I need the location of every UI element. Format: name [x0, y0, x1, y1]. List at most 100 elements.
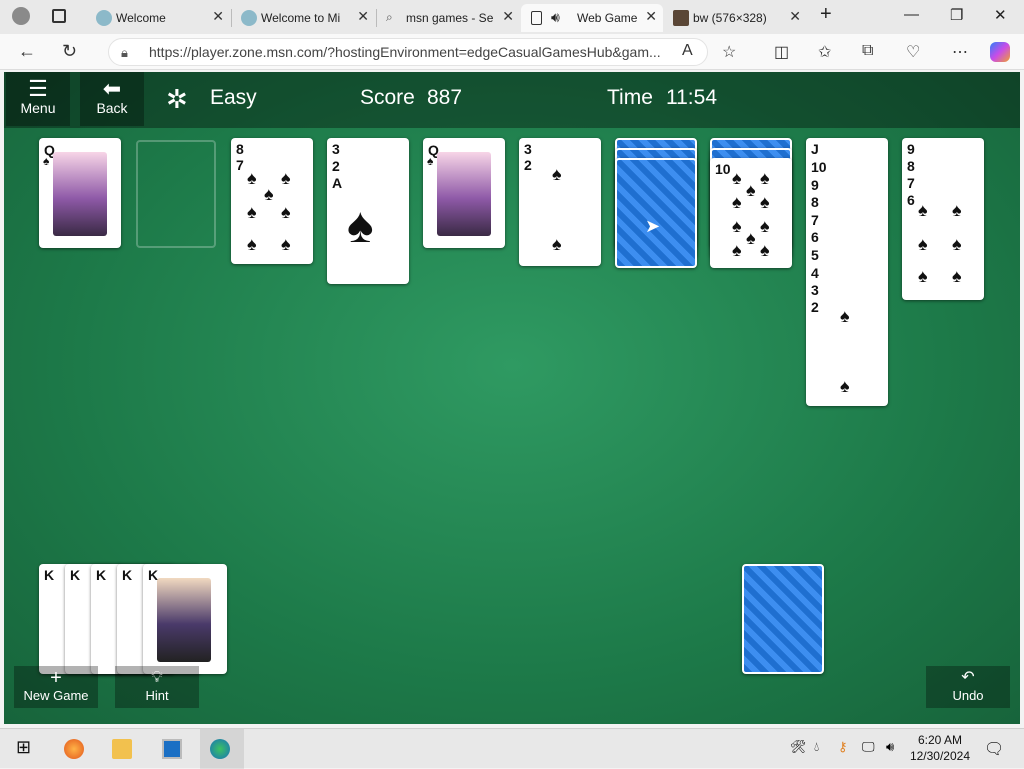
tray-drop-icon[interactable]: 💧︎	[814, 739, 834, 759]
collections-icon[interactable]: ⧉	[862, 42, 873, 60]
spade-icon: ♠	[952, 200, 962, 220]
file-explorer-icon[interactable]	[112, 739, 132, 759]
tab-web-game[interactable]: 🔊︎ Web Game ✕	[521, 4, 663, 32]
game-area: ☰ Menu ⬅ Back ✲ Easy Score 887 Time 11:5…	[4, 72, 1020, 724]
menu-button[interactable]: ☰ Menu	[6, 72, 70, 126]
card-rank: 10	[715, 161, 731, 177]
game-header	[4, 72, 1020, 128]
queen-portrait	[437, 152, 491, 236]
spade-icon: ♠	[840, 306, 850, 326]
tab-label: Web Game	[577, 11, 638, 25]
spade-icon: ♠	[732, 192, 742, 212]
spade-icon: ♠	[760, 168, 770, 188]
back-label: Back	[96, 100, 128, 116]
card-run-jack-to-2[interactable]: J 10 9 8 7 6 5 4 3 2 ♠ ♠	[806, 138, 888, 406]
restore-icon[interactable]: ❐	[950, 6, 963, 24]
lock-icon[interactable]: 🔒︎	[121, 45, 128, 61]
speaker-icon[interactable]: 🔊︎	[551, 9, 560, 26]
spade-icon: ♠	[746, 180, 756, 200]
tab-label: Welcome	[116, 11, 166, 25]
spade-icon: ♠	[732, 240, 742, 260]
clock-time: 6:20 AM	[917, 733, 962, 747]
new-game-button[interactable]: + New Game	[14, 666, 98, 708]
store-icon[interactable]	[162, 739, 182, 759]
spade-icon: ♠	[918, 266, 928, 286]
notification-icon[interactable]: 🗨︎	[984, 739, 1004, 759]
close-icon[interactable]: ✕	[212, 8, 224, 25]
tab-welcome[interactable]: Welcome ✕	[88, 4, 230, 32]
address-bar[interactable]: 🔒︎ https://player.zone.msn.com/?hostingE…	[108, 38, 708, 66]
search-icon: ⌕	[386, 10, 393, 24]
close-icon[interactable]: ✕	[789, 8, 801, 25]
close-icon[interactable]: ✕	[502, 8, 514, 25]
plus-icon: +	[50, 667, 62, 689]
edge-icon	[241, 10, 257, 26]
stock-pile[interactable]	[742, 564, 824, 674]
tray-monitor-icon[interactable]: 🖵︎	[862, 739, 882, 759]
card-2-spades[interactable]: 3 2 ♠ ♠	[519, 138, 601, 266]
url-text: https://player.zone.msn.com/?hostingEnvi…	[149, 44, 661, 60]
back-button[interactable]: ⬅ Back	[80, 72, 144, 126]
firefox-icon[interactable]	[64, 739, 84, 759]
card-run-9-to-6[interactable]: 9 8 7 6 ♠ ♠ ♠ ♠ ♠ ♠	[902, 138, 984, 300]
score-value: 887	[427, 86, 463, 109]
close-icon[interactable]: ✕	[645, 8, 657, 25]
spade-icon: ♠	[552, 164, 562, 184]
empty-column-slot[interactable]	[136, 140, 216, 248]
performance-icon[interactable]: ♡	[906, 42, 920, 62]
undo-button[interactable]: ↶ Undo	[926, 666, 1010, 708]
card-rank: 8	[236, 141, 244, 157]
card-rank: 4	[811, 265, 819, 281]
card-rank: 2	[524, 157, 532, 173]
spade-icon: ♠	[247, 168, 257, 188]
volume-icon[interactable]: 🔊︎	[886, 739, 906, 759]
card-ace-spades[interactable]: 3 2 A ♠	[327, 138, 409, 284]
tab-actions-icon[interactable]	[52, 9, 66, 23]
close-window-icon[interactable]: ✕	[994, 6, 1007, 24]
page-icon	[531, 11, 542, 25]
card-rank: 8	[907, 158, 915, 174]
tab-msn-games-search[interactable]: ⌕ msn games - Se ✕	[378, 4, 520, 32]
tray-network-icon[interactable]: 🛠︎	[790, 739, 810, 759]
card-rank: 3	[524, 141, 532, 157]
tray-key-icon[interactable]: ⚷	[838, 739, 858, 759]
profile-icon[interactable]	[12, 7, 30, 25]
card-queen-spades[interactable]: Q ♠	[423, 138, 505, 248]
card-rank: 8	[811, 194, 819, 210]
tab-label: msn games - Se	[406, 11, 494, 25]
read-aloud-icon[interactable]: A	[682, 42, 693, 60]
refresh-icon[interactable]: ↻	[62, 41, 77, 62]
system-clock[interactable]: 6:20 AM 12/30/2024	[910, 732, 970, 764]
split-screen-icon[interactable]: ◫	[774, 42, 789, 62]
facedown-card[interactable]	[615, 158, 697, 268]
tab-bw-image[interactable]: bw (576×328) ✕	[665, 4, 807, 32]
spade-icon: ♠	[918, 234, 928, 254]
card-rank: 9	[811, 177, 819, 193]
spade-icon: ♠	[43, 154, 50, 168]
tab-separator	[231, 9, 232, 27]
card-rank: 3	[332, 141, 340, 157]
favorites-icon[interactable]: ✩	[818, 42, 831, 62]
more-menu-icon[interactable]: ⋯	[952, 42, 968, 62]
card-queen-spades[interactable]: Q ♠	[39, 138, 121, 248]
copilot-icon[interactable]	[990, 42, 1010, 62]
favorite-star-icon[interactable]: ☆	[722, 42, 736, 62]
browser-chrome: Welcome ✕ Welcome to Mi ✕ ⌕ msn games - …	[0, 0, 1024, 70]
back-arrow-icon: ⬅	[102, 76, 122, 101]
tab-welcome-to-microsoft[interactable]: Welcome to Mi ✕	[233, 4, 375, 32]
new-tab-icon[interactable]: +	[820, 3, 832, 26]
hint-button[interactable]: 💡︎ Hint	[115, 666, 199, 708]
close-icon[interactable]: ✕	[357, 8, 369, 25]
clock-date: 12/30/2024	[909, 749, 970, 763]
card-rank: K	[122, 567, 133, 583]
windows-start-icon[interactable]: ⊞	[16, 737, 36, 757]
card-10-spades[interactable]: 10 ♠ ♠ ♠ ♠ ♠ ♠ ♠ ♠ ♠ ♠	[710, 158, 792, 268]
minimize-icon[interactable]: —	[904, 6, 919, 23]
spade-icon: ♠	[760, 216, 770, 236]
back-arrow-icon[interactable]: ←	[18, 41, 36, 62]
tab-label: bw (576×328)	[693, 11, 767, 25]
spade-icon: ♠	[427, 154, 434, 168]
card-rank: 3	[811, 282, 819, 298]
card-8-spades[interactable]: 8 7 ♠ ♠ ♠ ♠ ♠ ♠ ♠	[231, 138, 313, 264]
spade-icon: ♠	[732, 168, 742, 188]
